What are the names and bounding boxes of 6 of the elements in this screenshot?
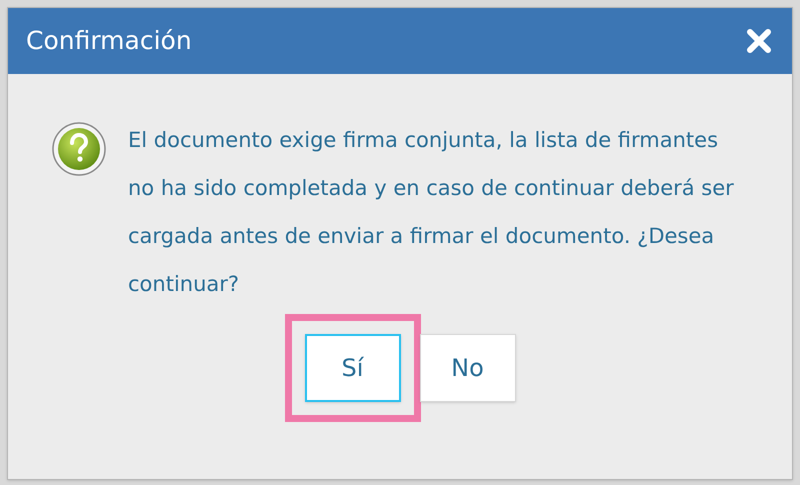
- dialog-button[interactable]: Sí: [304, 334, 400, 402]
- window-title: Confirmación: [26, 25, 192, 58]
- message-text: El documento exige firma conjunta, la lista de firmantes no ha sido completada y en caso de continuar deberá ser cargada antes de enviar a firmar el documento. ¿Desea continuar?: [128, 127, 735, 298]
- close-icon[interactable]: [744, 26, 774, 56]
- dialog-button[interactable]: No: [420, 334, 516, 402]
- question-icon: [52, 122, 106, 176]
